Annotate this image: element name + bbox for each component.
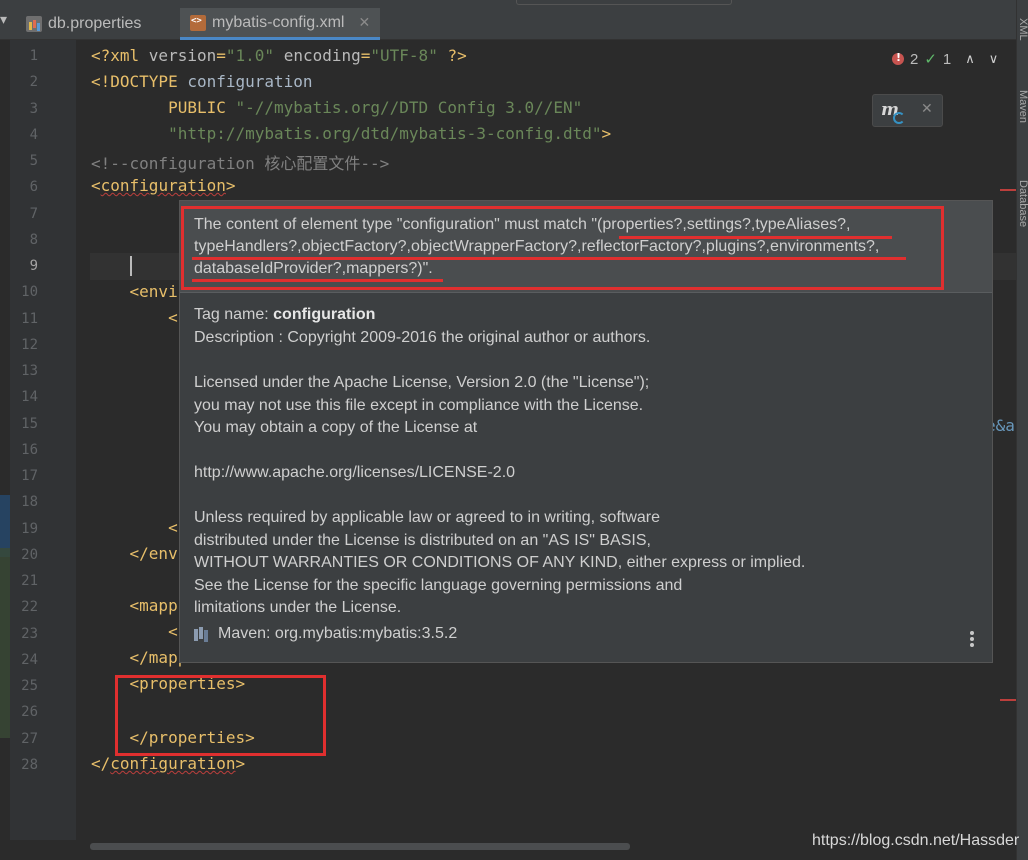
next-highlight-icon[interactable]: ∨ <box>989 52 999 67</box>
error-underline <box>192 257 906 260</box>
horizontal-scrollbar[interactable] <box>90 843 630 850</box>
xml-tool-tab[interactable]: XML <box>1017 18 1028 64</box>
tab-db-properties[interactable]: db.properties <box>14 8 180 40</box>
previous-highlight-icon[interactable]: ∧ <box>965 52 975 67</box>
structure-strip <box>0 40 10 840</box>
line-number: 20 <box>21 546 38 563</box>
line-number: 13 <box>21 363 38 379</box>
editor-tab-bar: ▾ db.properties mybatis-config.xml ✕ <box>0 0 1028 40</box>
tag-name-line: Tag name: configuration <box>194 306 375 324</box>
line-number: 21 <box>21 573 38 589</box>
line-number: 26 <box>21 704 38 721</box>
tab-scroll-icon[interactable]: ▾ <box>0 12 12 28</box>
maven-reload-popup[interactable]: m ✕ <box>872 94 943 127</box>
description-line: Licensed under the Apache License, Versi… <box>194 374 650 391</box>
code-line-20[interactable]: </envi <box>91 544 188 563</box>
maven-icon[interactable]: m <box>881 100 905 124</box>
close-icon[interactable]: ✕ <box>921 101 933 117</box>
tab-mybatis-config[interactable]: mybatis-config.xml ✕ <box>180 8 380 40</box>
line-number: 15 <box>21 415 38 432</box>
error-underline <box>619 236 892 239</box>
line-number: 3 <box>29 100 38 117</box>
line-number: 1 <box>29 48 38 64</box>
code-line-1[interactable]: <?xml version="1.0" encoding="UTF-8" ?> <box>91 46 467 65</box>
line-number: 19 <box>21 520 38 537</box>
database-tool-tab[interactable]: Database <box>1017 180 1028 260</box>
code-line-23[interactable]: < <box>91 622 178 641</box>
code-line-28[interactable]: </configuration> <box>91 754 245 773</box>
code-line-2[interactable]: <!DOCTYPE configuration <box>91 72 313 91</box>
properties-highlight-box <box>115 675 326 756</box>
line-number: 8 <box>29 231 38 248</box>
text-caret <box>130 256 132 276</box>
line-number: 27 <box>21 730 38 747</box>
code-line-19[interactable]: < <box>91 518 178 537</box>
properties-file-icon <box>26 16 42 32</box>
error-stripe-mark[interactable] <box>1000 699 1016 701</box>
code-line-11[interactable]: < <box>91 308 178 327</box>
library-icon <box>194 627 212 641</box>
warning-count: 1 <box>942 50 952 68</box>
more-icon[interactable] <box>970 631 974 647</box>
line-number: 7 <box>29 205 38 222</box>
documentation-tooltip: The content of element type "configurati… <box>179 200 993 663</box>
maven-tool-tab[interactable]: Maven <box>1017 90 1028 152</box>
line-number: 10 <box>21 284 38 301</box>
strip-highlight <box>0 548 10 738</box>
line-number: 12 <box>21 336 38 353</box>
tag-name-label: Tag name: <box>194 306 274 323</box>
maven-label: Maven: org.mybatis:mybatis:3.5.2 <box>218 625 458 642</box>
line-number: 14 <box>21 389 38 406</box>
line-number: 18 <box>21 494 38 511</box>
code-line-4[interactable]: "http://mybatis.org/dtd/mybatis-3-config… <box>91 124 611 143</box>
toolbar-edge <box>516 0 732 5</box>
line-number: 28 <box>21 756 38 773</box>
error-underline <box>192 279 443 282</box>
inspection-widget[interactable]: 2 ✓ 1 ∧ ∨ <box>892 50 998 68</box>
maven-source-line: Maven: org.mybatis:mybatis:3.5.2 <box>194 625 457 643</box>
line-number: 5 <box>29 153 38 169</box>
line-number: 9 <box>29 258 38 274</box>
code-line-3[interactable]: PUBLIC "-//mybatis.org//DTD Config 3.0//… <box>91 98 582 117</box>
line-number: 2 <box>29 74 38 91</box>
line-number: 6 <box>29 179 38 196</box>
line-number: 24 <box>21 651 38 668</box>
description-line: you may not use this file except in comp… <box>194 396 644 414</box>
description-line: limitations under the License. <box>194 599 402 616</box>
code-line-5[interactable]: <!--configuration 核心配置文件--> <box>91 150 389 174</box>
description-line: See the License for the specific languag… <box>194 576 683 594</box>
line-number: 17 <box>21 468 38 484</box>
watermark: https://blog.csdn.net/Hassder <box>812 832 1020 849</box>
line-number: 22 <box>21 599 38 616</box>
line-number: 11 <box>21 310 38 327</box>
tab-label: db.properties <box>48 15 142 32</box>
code-line-6[interactable]: <configuration> <box>91 176 236 195</box>
xml-file-icon <box>190 14 206 31</box>
description-line: Unless required by applicable law or agr… <box>194 509 661 526</box>
line-number: 23 <box>21 625 38 642</box>
code-line-22[interactable]: <mapp <box>91 596 178 615</box>
line-number: 16 <box>21 441 38 458</box>
line-number: 4 <box>29 126 38 143</box>
right-tool-sidebar: XML Maven Database <box>1016 0 1028 860</box>
tab-label: mybatis-config.xml <box>212 13 345 31</box>
error-icon <box>892 51 904 65</box>
description-line: You may obtain a copy of the License at <box>194 419 478 436</box>
error-highlight-box <box>181 206 944 290</box>
close-icon[interactable]: ✕ <box>358 14 370 31</box>
description-line: distributed under the License is distrib… <box>194 531 651 549</box>
check-icon: ✓ <box>924 50 937 68</box>
error-stripe-mark[interactable] <box>1000 189 1016 191</box>
description-line: Description : Copyright 2009-2016 the or… <box>194 329 651 346</box>
description-line: http://www.apache.org/licenses/LICENSE-2… <box>194 464 516 481</box>
error-count: 2 <box>910 50 919 68</box>
code-line-10[interactable]: <envi <box>91 282 178 301</box>
line-number: 25 <box>21 678 38 694</box>
tag-name-value: configuration <box>273 306 376 323</box>
description-line: WITHOUT WARRANTIES OR CONDITIONS OF ANY … <box>194 554 806 571</box>
